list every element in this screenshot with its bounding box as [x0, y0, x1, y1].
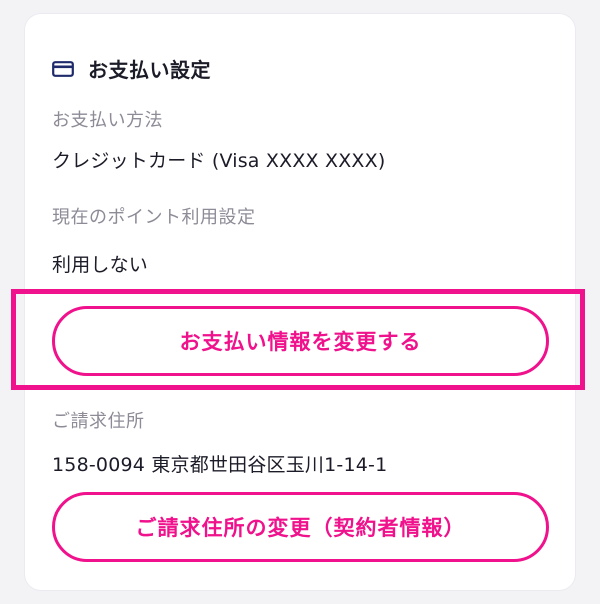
points-setting-value: 利用しない: [52, 254, 149, 276]
payment-method-label: お支払い方法: [52, 110, 163, 131]
payment-settings-card: お支払い設定 お支払い方法 クレジットカード (Visa XXXX XXXX) …: [25, 14, 575, 590]
billing-address-label: ご請求住所: [52, 411, 145, 432]
change-billing-address-button[interactable]: ご請求住所の変更（契約者情報）: [52, 492, 549, 562]
billing-address-value: 158-0094 東京都世田谷区玉川1-14-1: [52, 454, 388, 476]
section-title: お支払い設定: [88, 58, 211, 82]
card-header: お支払い設定: [52, 54, 211, 83]
credit-card-icon: [52, 60, 74, 77]
points-setting-label: 現在のポイント利用設定: [52, 207, 256, 228]
payment-method-value: クレジットカード (Visa XXXX XXXX): [52, 150, 386, 172]
change-payment-info-button[interactable]: お支払い情報を変更する: [52, 306, 549, 376]
